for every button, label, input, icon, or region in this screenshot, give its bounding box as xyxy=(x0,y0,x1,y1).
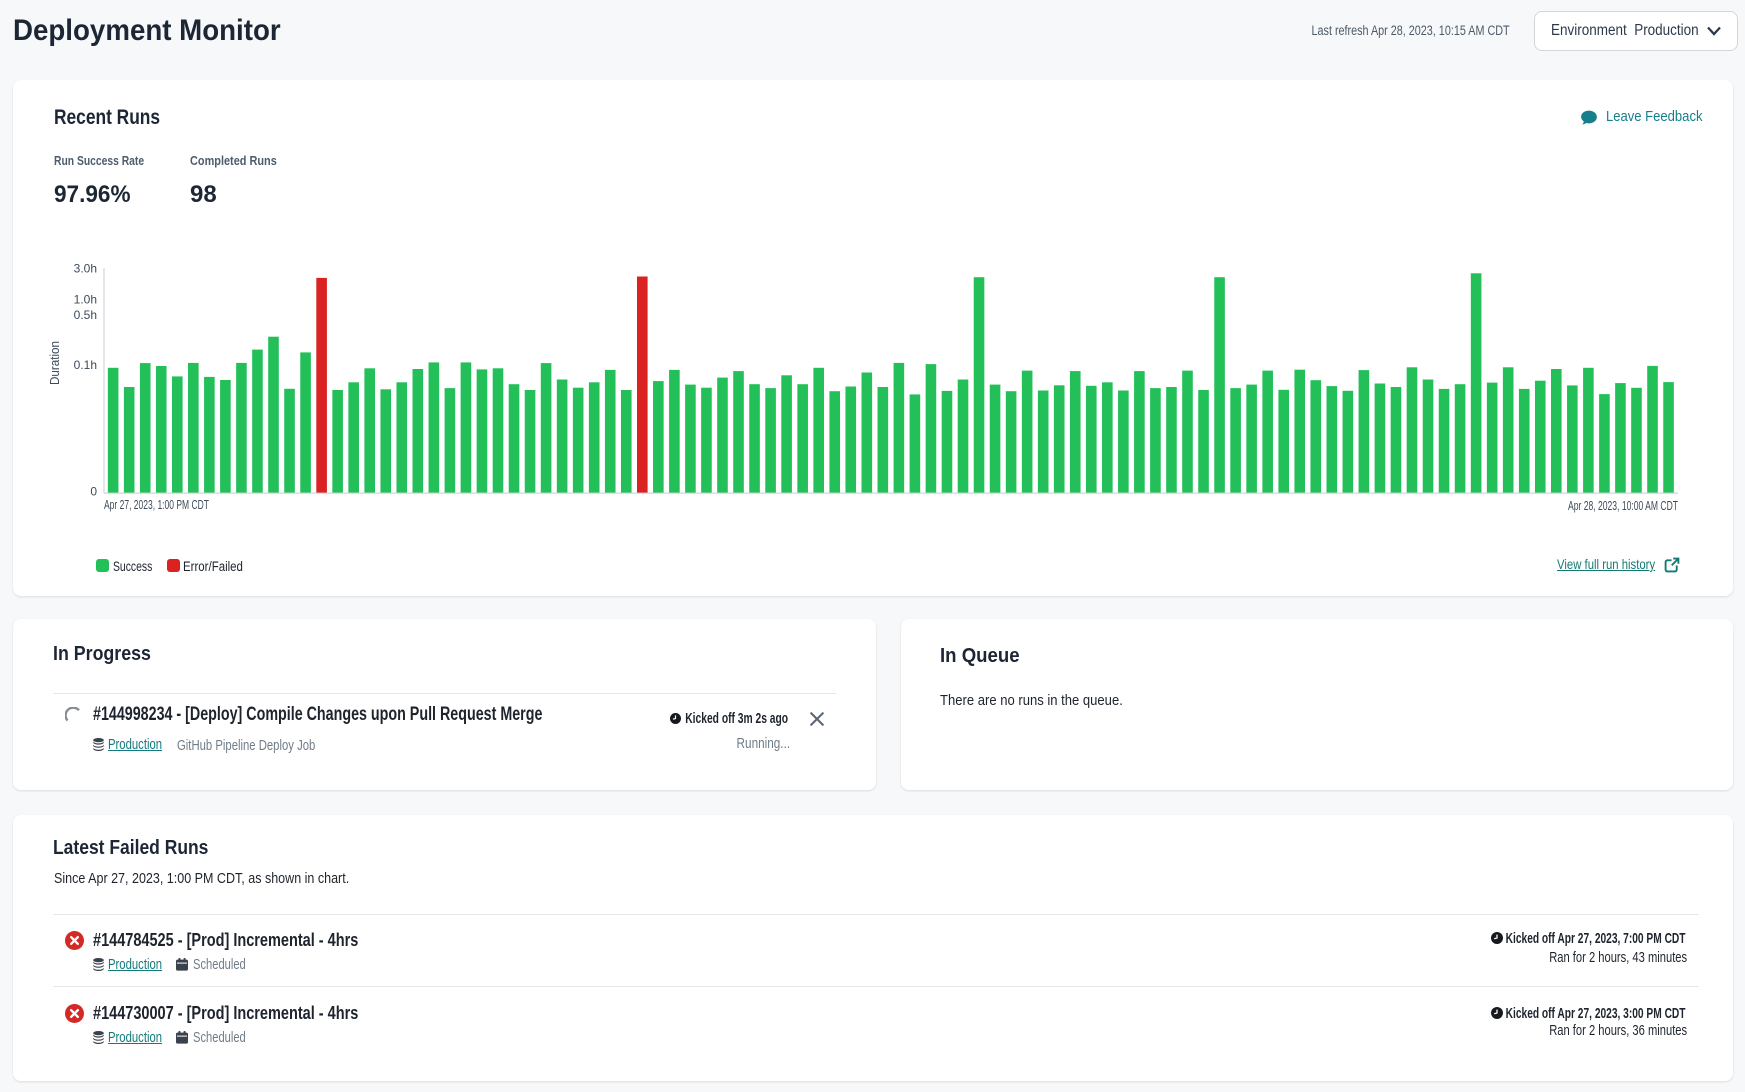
svg-text:0.5h: 0.5h xyxy=(74,308,97,322)
svg-text:Apr 27, 2023, 1:00 PM CDT: Apr 27, 2023, 1:00 PM CDT xyxy=(104,498,209,512)
svg-text:1.0h: 1.0h xyxy=(74,293,97,307)
svg-text:0.1h: 0.1h xyxy=(74,358,97,372)
svg-text:Apr 28, 2023, 10:00 AM CDT: Apr 28, 2023, 10:00 AM CDT xyxy=(1568,499,1678,513)
svg-text:0: 0 xyxy=(90,485,97,499)
svg-text:Duration: Duration xyxy=(48,341,62,385)
svg-text:3.0h: 3.0h xyxy=(74,261,97,275)
